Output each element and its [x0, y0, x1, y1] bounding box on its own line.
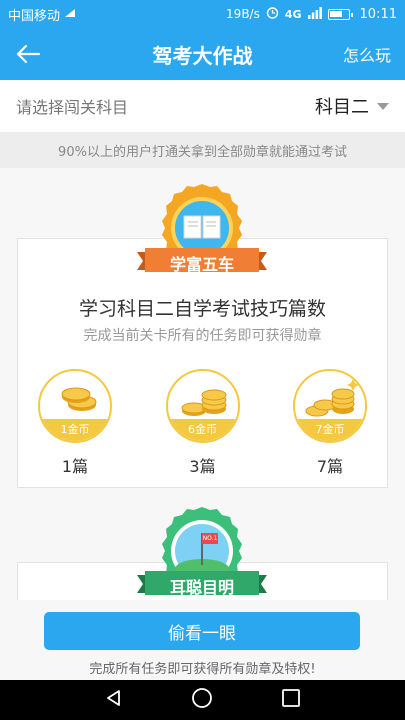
chevron-down-icon	[377, 102, 389, 110]
level-medal: 学富五车	[137, 180, 267, 290]
alarm-icon	[266, 6, 279, 22]
signal-bars-icon	[307, 6, 322, 22]
coin-amount: 1金币	[40, 419, 110, 441]
coin-amount: 7金币	[295, 419, 365, 441]
article-count: 7篇	[316, 457, 344, 476]
reward-item: 6金币 3篇	[165, 369, 240, 477]
nav-home-icon[interactable]	[191, 687, 213, 713]
reward-item: 7金币 7篇	[293, 369, 367, 477]
system-nav-bar	[0, 680, 405, 720]
coin-stack-icon	[305, 379, 359, 417]
carrier-label: 中国移动	[8, 8, 61, 24]
app-bar: 驾考大作战 怎么玩	[0, 28, 405, 80]
medal-title: 耳聪目明	[169, 578, 234, 597]
coin-badge: 1金币	[38, 369, 112, 443]
medal-title: 学富五车	[169, 255, 234, 274]
battery-icon	[327, 8, 353, 20]
subject-value: 科目二	[315, 97, 369, 118]
status-bar: 中国移动 19B/s 4G 10:11	[0, 0, 405, 28]
arrow-left-icon	[16, 44, 41, 64]
reward-list: 1金币 1篇 6金币 3篇 7金币 7篇	[18, 369, 387, 477]
nav-recents-icon[interactable]	[281, 688, 301, 712]
coin-stack-icon	[61, 387, 97, 411]
subject-label: 请选择闯关科目	[16, 98, 129, 117]
article-count: 1篇	[61, 457, 89, 476]
coin-badge: 6金币	[165, 369, 240, 443]
notice-banner: 90%以上的用户打通关拿到全部勋章就能通过考试	[0, 132, 405, 168]
signal-icon	[64, 7, 76, 22]
nav-back-icon[interactable]	[104, 688, 124, 712]
subject-dropdown[interactable]: 科目二	[315, 93, 389, 119]
article-count: 3篇	[189, 457, 216, 476]
level-medal: NO.1 耳聪目明	[137, 503, 267, 600]
net-speed: 19B/s	[226, 7, 260, 21]
level-subtitle: 完成当前关卡所有的任务即可获得勋章	[83, 328, 322, 344]
bottom-panel: 偷看一眼 完成所有任务即可获得所有勋章及特权!	[0, 600, 405, 680]
level-title: 学习科目二自学考试技巧篇数	[78, 298, 326, 320]
footer-note: 完成所有任务即可获得所有勋章及特权!	[89, 662, 316, 677]
coin-badge: 7金币	[293, 369, 367, 443]
coin-amount: 6金币	[167, 419, 238, 441]
coin-stack-icon	[181, 389, 226, 416]
flag-label: NO.1	[202, 535, 218, 542]
subject-selector-row[interactable]: 请选择闯关科目 科目二	[0, 80, 405, 132]
reward-item: 1金币 1篇	[38, 369, 112, 477]
level-list[interactable]: 学习科目二自学考试技巧篇数 完成当前关卡所有的任务即可获得勋章 1金币 1篇 6…	[0, 168, 405, 600]
network-type: 4G	[284, 7, 302, 21]
back-button[interactable]	[0, 28, 56, 80]
peek-button[interactable]: 偷看一眼	[44, 612, 360, 650]
how-to-play-button[interactable]: 怎么玩	[343, 42, 391, 66]
clock: 10:11	[359, 6, 397, 22]
